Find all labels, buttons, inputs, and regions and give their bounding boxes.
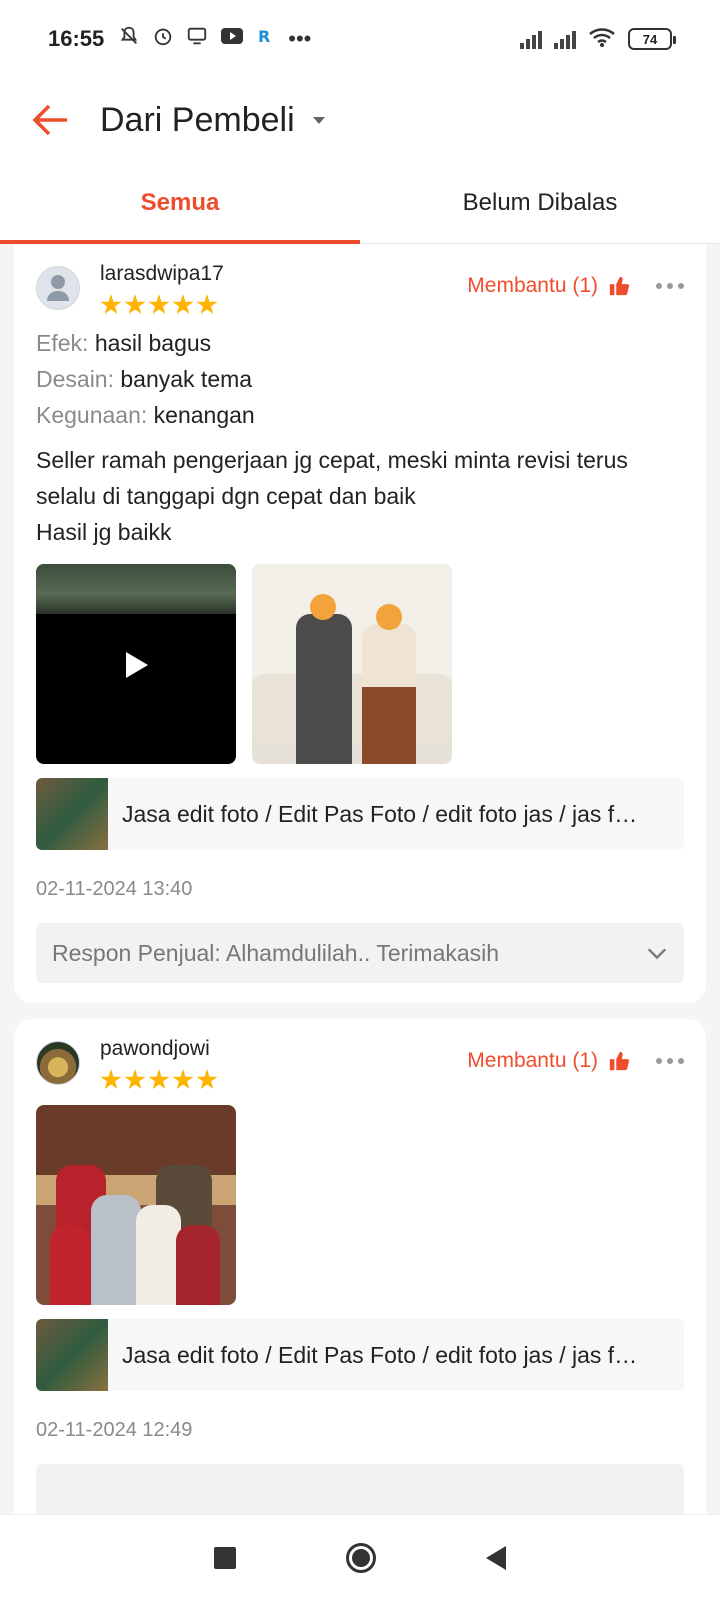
mute-bell-icon (118, 25, 140, 53)
review-attribute: Efek: hasil bagus (36, 330, 212, 356)
star-icon (100, 294, 122, 315)
review-date: 02-11-2024 12:49 (36, 1419, 193, 1441)
avatar[interactable] (36, 1041, 80, 1085)
product-name: Jasa edit foto / Edit Pas Foto / edit fo… (122, 800, 642, 827)
back-button[interactable] (0, 78, 100, 162)
notification-icons: R ••• (118, 25, 311, 53)
product-thumbnail (36, 778, 108, 850)
helpful-label: Membantu (1) (467, 274, 598, 297)
system-nav-bar (0, 1514, 720, 1600)
recent-apps-button[interactable] (214, 1546, 236, 1569)
thumbs-up-icon (609, 1051, 630, 1071)
star-icon (172, 1069, 194, 1090)
play-icon (126, 652, 148, 678)
more-options-icon[interactable] (656, 283, 684, 289)
status-time: 16:55 (48, 26, 105, 51)
product-name: Jasa edit foto / Edit Pas Foto / edit fo… (122, 1341, 642, 1368)
star-icon (148, 294, 170, 315)
star-icon (196, 1069, 218, 1090)
star-icon (172, 294, 194, 315)
product-link[interactable]: Jasa edit foto / Edit Pas Foto / edit fo… (36, 778, 684, 850)
helpful-label: Membantu (1) (467, 1049, 598, 1072)
rating-stars (100, 1069, 467, 1091)
more-notifications-icon: ••• (288, 26, 312, 51)
seller-response-text: Respon Penjual: Alhamdulilah.. Terimakas… (52, 939, 500, 966)
more-options-icon[interactable] (656, 1058, 684, 1064)
review-attribute: Kegunaan: kenangan (36, 402, 255, 428)
thumbs-up-icon (609, 276, 630, 296)
tab-semua[interactable]: Semua (0, 162, 360, 244)
signal-1-icon (520, 29, 542, 49)
app-header: Dari Pembeli (0, 78, 720, 162)
tab-belum-dibalas[interactable]: Belum Dibalas (360, 162, 720, 243)
review-attribute: Desain: banyak tema (36, 366, 253, 392)
review-comment: Seller ramah pengerjaan jg cepat, meski … (36, 447, 628, 545)
svg-text:R: R (258, 27, 270, 46)
home-button[interactable] (346, 1542, 376, 1573)
review-list[interactable]: larasdwipa17 Membantu (1) Efek: hasil ba… (0, 244, 720, 1514)
dropdown-caret-icon[interactable] (312, 116, 325, 124)
rating-stars (100, 294, 467, 316)
alarm-icon (152, 25, 174, 53)
system-back-button[interactable] (486, 1545, 506, 1570)
review-tabs: Semua Belum Dibalas (0, 162, 720, 244)
user-silhouette-icon (47, 275, 69, 301)
review-video-thumbnail[interactable] (36, 564, 236, 764)
reviewer-username: larasdwipa17 (100, 262, 224, 285)
review-photo[interactable] (252, 564, 452, 764)
status-bar: 16:55 R ••• 74 (0, 0, 720, 78)
avatar[interactable] (36, 266, 80, 310)
review-media (36, 564, 684, 764)
arrow-left-icon (32, 104, 67, 136)
review-media (36, 1105, 684, 1305)
chevron-down-icon (647, 948, 667, 960)
signal-2-icon (554, 29, 576, 49)
wifi-icon (588, 26, 616, 53)
review-card: larasdwipa17 Membantu (1) Efek: hasil ba… (14, 244, 706, 1003)
seller-response[interactable]: Respon Penjual: Alhamdulilah.. Terimakas… (36, 923, 684, 983)
product-link[interactable]: Jasa edit foto / Edit Pas Foto / edit fo… (36, 1319, 684, 1391)
star-icon (100, 1069, 122, 1090)
screen-cast-icon (186, 25, 208, 53)
seller-response-partial[interactable] (36, 1464, 684, 1514)
star-icon (124, 294, 146, 315)
helpful-button[interactable]: Membantu (1) (467, 1049, 684, 1073)
star-icon (196, 294, 218, 315)
star-icon (148, 1069, 170, 1090)
review-date: 02-11-2024 13:40 (36, 878, 193, 900)
battery-icon: 74 (628, 28, 676, 50)
app-r-icon: R (256, 25, 276, 53)
reviewer-username: pawondjowi (100, 1037, 210, 1060)
product-thumbnail (36, 1319, 108, 1391)
review-photo[interactable] (36, 1105, 236, 1305)
page-title[interactable]: Dari Pembeli (100, 101, 295, 140)
helpful-button[interactable]: Membantu (1) (467, 274, 684, 298)
youtube-icon (220, 25, 244, 53)
star-icon (124, 1069, 146, 1090)
review-card: pawondjowi Membantu (1) Jasa edit foto /… (14, 1019, 706, 1514)
